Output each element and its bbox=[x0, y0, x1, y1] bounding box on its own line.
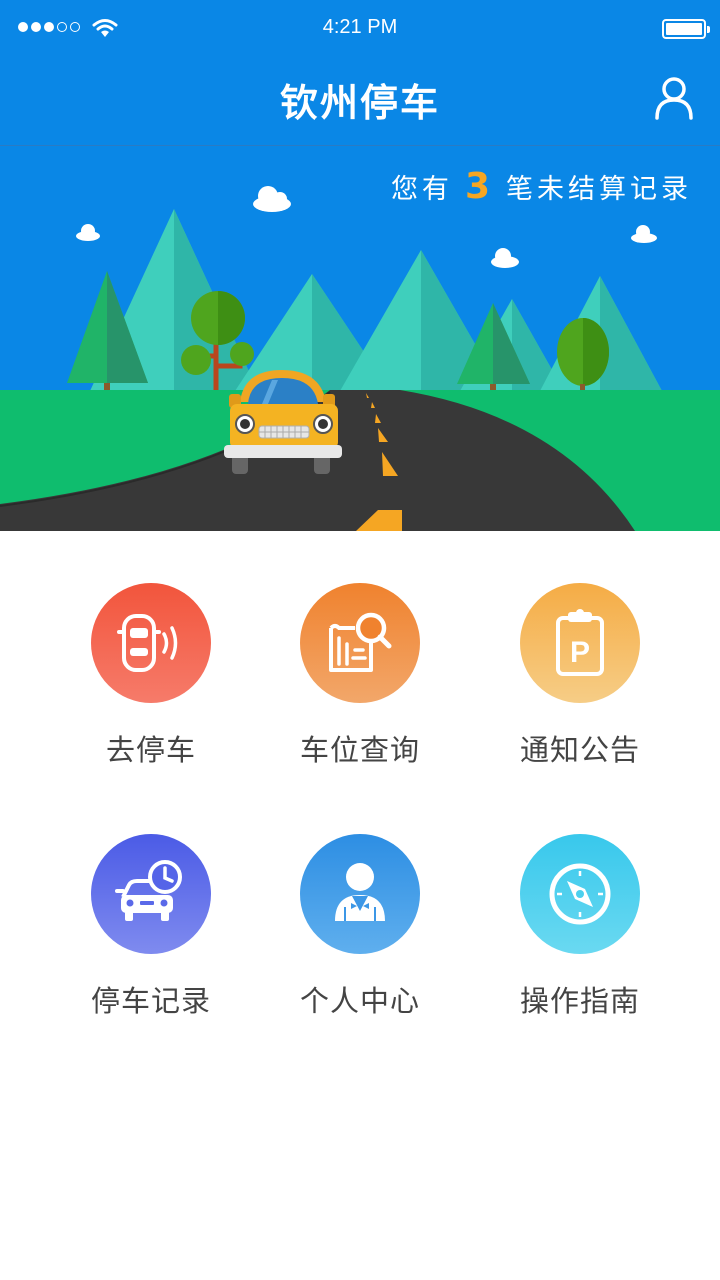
menu-item-space-search[interactable]: 车位查询 bbox=[260, 583, 460, 769]
notice-prefix: 您有 bbox=[390, 174, 453, 205]
nav-bar: 钦州停车 bbox=[0, 58, 720, 146]
status-bar: 4:21 PM bbox=[0, 0, 720, 58]
menu-label-guide: 操作指南 bbox=[519, 984, 640, 1018]
menu-item-go-parking[interactable]: 去停车 bbox=[51, 583, 251, 769]
menu-item-guide[interactable]: 操作指南 bbox=[480, 834, 680, 1020]
menu-label-personal-center: 个人中心 bbox=[299, 984, 420, 1018]
unsettled-records-notice[interactable]: 您有 3 笔未结算记录 bbox=[391, 166, 692, 207]
menu-label-go-parking: 去停车 bbox=[105, 733, 196, 767]
menu-item-personal-center[interactable]: 个人中心 bbox=[260, 834, 460, 1020]
user-profile-button[interactable] bbox=[654, 76, 694, 120]
parking-clipboard-icon: P bbox=[520, 583, 640, 703]
menu-label-parking-records: 停车记录 bbox=[90, 984, 211, 1018]
banner[interactable]: 您有 3 笔未结算记录 bbox=[0, 146, 720, 531]
unsettled-count: 3 bbox=[464, 166, 490, 207]
notice-suffix: 笔未结算记录 bbox=[506, 174, 692, 205]
page-title: 钦州停车 bbox=[279, 81, 440, 125]
car-signal-icon bbox=[91, 583, 211, 703]
compass-icon bbox=[520, 834, 640, 954]
user-icon bbox=[655, 77, 693, 120]
menu-label-space-search: 车位查询 bbox=[299, 733, 420, 767]
map-search-icon bbox=[300, 583, 420, 703]
status-time: 4:21 PM bbox=[322, 16, 398, 38]
menu-label-notices: 通知公告 bbox=[519, 733, 640, 767]
battery-icon bbox=[662, 19, 710, 39]
car-clock-icon bbox=[91, 834, 211, 954]
svg-text:P: P bbox=[570, 636, 590, 669]
person-icon bbox=[300, 834, 420, 954]
menu-item-notices[interactable]: P 通知公告 bbox=[480, 583, 680, 769]
menu-item-parking-records[interactable]: 停车记录 bbox=[51, 834, 251, 1020]
